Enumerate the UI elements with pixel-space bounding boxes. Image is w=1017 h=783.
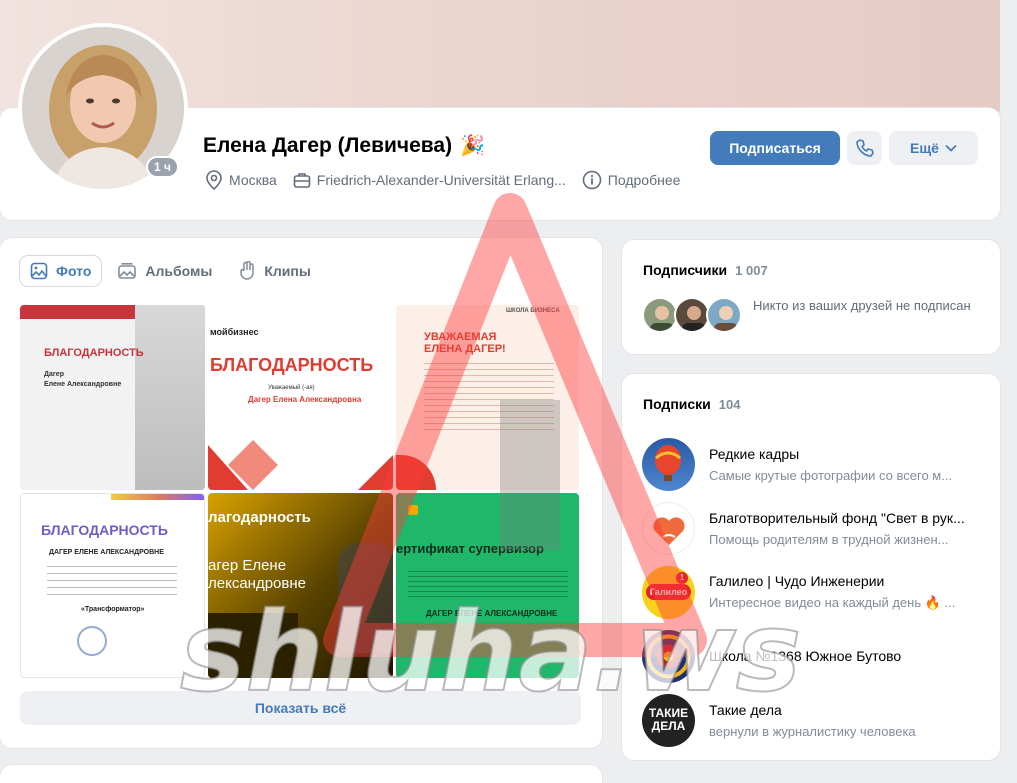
profile-name: Елена Дагер (Левичева) [203, 133, 453, 157]
subscriptions-header[interactable]: Подписки 104 [643, 396, 740, 412]
next-section-card [0, 765, 602, 783]
photo-line: Елене Александровне [44, 381, 122, 388]
no-friends-note: Никто из ваших друзей не подписан [753, 298, 971, 313]
followers-avatars[interactable] [642, 297, 742, 333]
photo-thumbnail[interactable]: БЛАГОДАРНОСТЬ Дагер Елене Александровне [20, 305, 205, 490]
phone-icon [855, 139, 874, 157]
more-actions-button[interactable]: Ещё [889, 131, 978, 165]
community-avatar [642, 629, 695, 683]
tab-clips-label: Клипы [264, 263, 311, 279]
community-avatar [642, 501, 695, 555]
photo-thumbnail[interactable]: мойбизнес БЛАГОДАРНОСТЬ Уважаемый (-ая) … [208, 305, 393, 490]
tab-albums-label: Альбомы [145, 263, 213, 279]
subscribe-button[interactable]: Подписаться [710, 131, 840, 165]
photo-line: «Трансформатор» [81, 606, 145, 613]
decor-shapes [208, 440, 393, 490]
list-item[interactable]: ТАКИЕ ДЕЛА Такие дела вернули в журналист… [642, 688, 982, 752]
tab-albums[interactable]: Альбомы [107, 256, 222, 286]
online-status-badge: 1 ч [146, 156, 179, 178]
photo-title: ертификат супервизор [396, 541, 544, 556]
subscriptions-section: Подписки 104 Редкие кадры Самые крутые фо… [622, 374, 1000, 760]
takie-dela-logo-line: ДЕЛА [651, 718, 686, 733]
galileo-logo: Галилео [646, 583, 691, 600]
photo-line: ЕЛЕНА ДАГЕР! [424, 343, 506, 355]
followers-title: Подписчики [643, 262, 728, 278]
list-item[interactable]: Редкие кадры Самые крутые фотографии со в… [642, 432, 982, 496]
briefcase-icon [293, 173, 311, 188]
location-pin-icon [206, 170, 222, 190]
subscriptions-title: Подписки [643, 396, 711, 412]
chevron-down-icon [945, 144, 957, 152]
community-name: Галилео | Чудо Инженерии [709, 573, 885, 589]
more-label: Ещё [910, 140, 939, 156]
community-desc: Помощь родителям в трудной жизнен... [709, 531, 949, 547]
followers-section: Подписчики 1 007 Никто из ваших друзей н… [622, 240, 1000, 354]
followers-header[interactable]: Подписчики 1 007 [643, 262, 768, 278]
university-label: Friedrich-Alexander-Universität Erlang..… [316, 172, 566, 188]
tab-photos-label: Фото [56, 263, 92, 279]
community-desc: вернули в журналистику человека [709, 723, 916, 739]
tab-photos[interactable]: Фото [20, 256, 102, 286]
followers-count: 1 007 [735, 263, 768, 278]
photos-section: Фото Альбомы Клипы БЛАГОДАРНОСТЬ Дагер Е… [0, 238, 602, 748]
stamp-icon [77, 626, 107, 656]
university-info[interactable]: Friedrich-Alexander-Universität Erlang..… [293, 171, 566, 189]
avatar [706, 297, 742, 333]
community-desc: Интересное видео на каждый день 🔥 ... [709, 595, 956, 610]
more-info-label: Подробнее [607, 172, 681, 188]
clips-icon [240, 261, 255, 280]
photo-line: лександровне [208, 575, 306, 592]
subscriptions-count: 104 [718, 397, 741, 412]
photos-grid: БЛАГОДАРНОСТЬ Дагер Елене Александровне … [20, 305, 579, 678]
call-button[interactable] [847, 131, 882, 165]
avatar [642, 297, 678, 333]
community-name: Школа №1368 Южное Бутово [709, 648, 902, 664]
community-avatar: Галилео 1 [642, 565, 695, 619]
photos-tabs: Фото Альбомы Клипы [20, 256, 321, 286]
show-all-photos-button[interactable]: Показать всё [20, 691, 581, 725]
albums-icon [118, 263, 137, 279]
photo-thumbnail[interactable]: БЛАГОДАРНОСТЬ ДАГЕР ЕЛЕНЕ АЛЕКСАНДРОВНЕ … [20, 493, 205, 678]
photo-line: Дагер [44, 371, 64, 378]
community-name: Редкие кадры [709, 445, 800, 462]
community-avatar: ТАКИЕ ДЕЛА [642, 693, 695, 747]
photo-thumbnail[interactable]: ШКОЛА БИЗНЕСА УВАЖАЕМАЯ ЕЛЕНА ДАГЕР! [396, 305, 579, 490]
info-icon [582, 170, 602, 190]
takie-dela-logo-line: ТАКИЕ [648, 705, 689, 720]
city-info[interactable]: Москва [205, 170, 277, 190]
list-item[interactable]: Благотворительный фонд "Свет в рук... Пом… [642, 496, 982, 560]
subscriptions-list: Редкие кадры Самые крутые фотографии со в… [642, 432, 982, 752]
photo-title: БЛАГОДАРНОСТЬ [44, 347, 144, 359]
more-info-link[interactable]: Подробнее [582, 170, 681, 190]
community-name: Благотворительный фонд "Свет в рук... [709, 509, 965, 526]
community-desc: Самые крутые фотографии со всего м... [709, 467, 953, 483]
photo-brand: ШКОЛА БИЗНЕСА [506, 308, 560, 314]
community-name: Такие дела [709, 701, 782, 718]
photo-icon [30, 262, 48, 280]
photo-title: УВАЖАЕМАЯ [424, 331, 497, 343]
party-popper-icon: 🎉 [460, 135, 485, 157]
photo-thumbnail[interactable]: лагодарность агер Елене лександровне [208, 493, 393, 678]
list-item[interactable]: Галилео 1 Галилео | Чудо Инженерии Интере… [642, 560, 982, 624]
photo-title: лагодарность [208, 509, 311, 526]
photo-title: БЛАГОДАРНОСТЬ [41, 522, 168, 538]
community-avatar [642, 437, 695, 491]
photo-line: ДАГЕР ЕЛЕНЕ АЛЕКСАНДРОВНЕ [426, 609, 558, 618]
photo-line: агер Елене [208, 557, 287, 574]
photo-thumbnail[interactable]: ертификат супервизор ДАГЕР ЕЛЕНЕ АЛЕКСАН… [396, 493, 579, 678]
city-label: Москва [229, 172, 277, 188]
list-item[interactable]: Школа №1368 Южное Бутово [642, 624, 982, 688]
photo-line: ДАГЕР ЕЛЕНЕ АЛЕКСАНДРОВНЕ [49, 549, 164, 556]
tab-clips[interactable]: Клипы [228, 256, 320, 286]
avatar [674, 297, 710, 333]
